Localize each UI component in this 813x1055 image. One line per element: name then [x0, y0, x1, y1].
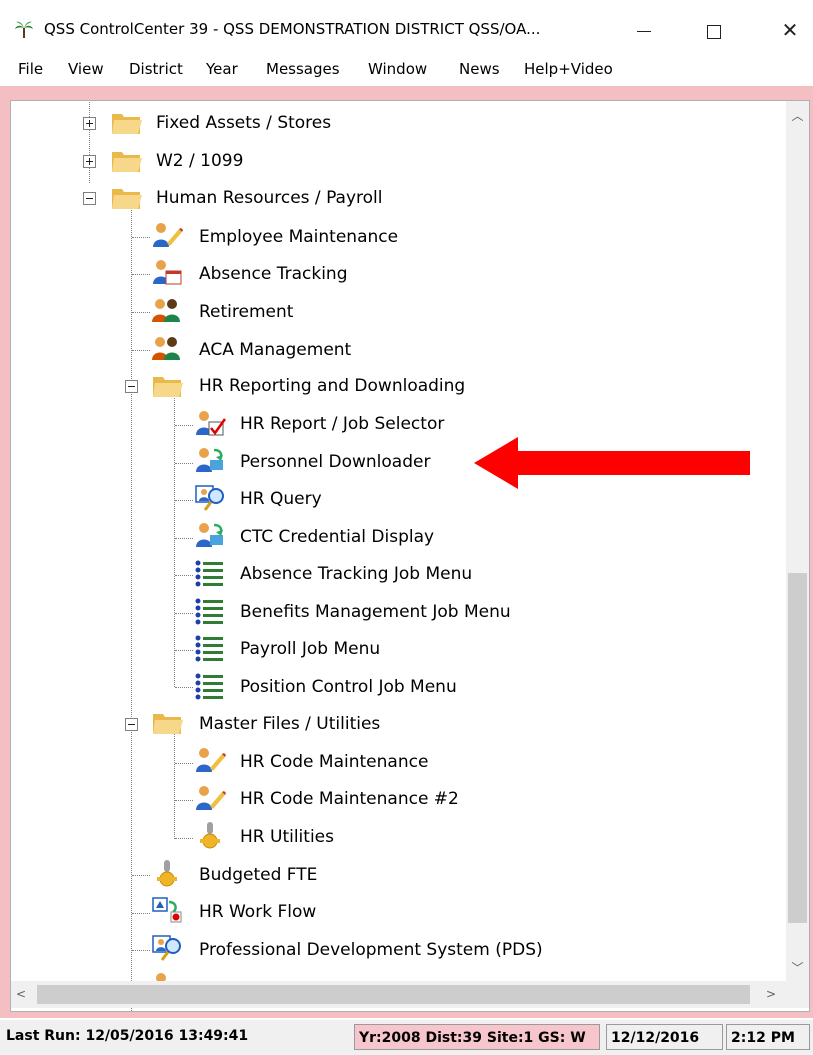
tree-connector — [175, 463, 193, 464]
folder-icon — [112, 152, 142, 172]
tree-connector — [175, 575, 193, 576]
job-list-icon — [195, 635, 223, 662]
horizontal-scroll-thumb[interactable] — [37, 985, 750, 1004]
tree-connector — [132, 875, 150, 876]
collapse-toggle[interactable] — [125, 718, 138, 731]
tree-connector — [174, 395, 175, 687]
people-group-icon — [152, 299, 180, 322]
minimize-button[interactable] — [621, 10, 667, 50]
menu-district[interactable]: District — [129, 60, 183, 78]
menu-messages[interactable]: Messages — [266, 60, 340, 78]
query-magnifier-icon — [195, 485, 224, 511]
open-folder-icon — [112, 189, 142, 209]
person-credential-icon — [196, 523, 223, 547]
vertical-scroll-thumb[interactable] — [788, 573, 807, 923]
person-edit-icon — [153, 223, 183, 247]
menu-file[interactable]: File — [18, 60, 43, 78]
person-calendar-icon — [153, 260, 182, 285]
menu-year[interactable]: Year — [206, 60, 238, 78]
minimize-icon — [637, 31, 651, 32]
tree-connector — [175, 538, 193, 539]
tree-connector — [175, 687, 193, 688]
query-magnifier-icon — [152, 935, 181, 961]
last-run-status: Last Run: 12/05/2016 13:49:41 — [6, 1028, 249, 1044]
tree-connector — [175, 425, 193, 426]
annotation-arrow-icon — [474, 437, 750, 489]
job-list-icon — [195, 560, 223, 587]
horizontal-scrollbar[interactable]: < > — [11, 981, 786, 1008]
scroll-up-arrow-icon[interactable]: ︿ — [786, 107, 809, 124]
gear-utility-icon — [200, 822, 220, 849]
tree-connector — [175, 650, 193, 651]
vertical-scrollbar[interactable]: ︿ ﹀ — [786, 101, 809, 981]
expand-toggle[interactable] — [83, 155, 96, 168]
palm-tree-icon — [15, 21, 33, 38]
menu-bar: File View District Year Messages Window … — [0, 58, 813, 84]
tree-connector — [132, 312, 150, 313]
person-edit-icon — [196, 786, 226, 810]
tree-connector — [132, 950, 150, 951]
menu-news[interactable]: News — [459, 60, 500, 78]
tree-connector — [131, 205, 132, 1011]
maximize-button[interactable] — [691, 10, 737, 50]
collapse-toggle[interactable] — [83, 192, 96, 205]
tree-connector — [132, 237, 150, 238]
window-title: QSS ControlCenter 39 - QSS DEMONSTRATION… — [44, 20, 541, 38]
scroll-right-arrow-icon[interactable]: > — [763, 987, 779, 1001]
person-edit-icon — [196, 748, 226, 772]
time-status: 2:12 PM — [726, 1024, 810, 1050]
gear-utility-icon — [157, 860, 177, 887]
people-group-icon — [152, 337, 180, 360]
collapse-toggle[interactable] — [125, 380, 138, 393]
expand-toggle[interactable] — [83, 117, 96, 130]
folder-icon — [112, 114, 142, 134]
workflow-icon — [152, 897, 182, 923]
context-status: Yr:2008 Dist:39 Site:1 GS: W — [354, 1024, 600, 1050]
job-list-icon — [195, 598, 223, 625]
tree-connector — [89, 101, 90, 183]
open-folder-icon — [153, 377, 183, 397]
tree-connector — [175, 838, 193, 839]
menu-tree: Fixed Assets / Stores W2 / 1099 Human Re… — [10, 100, 810, 1012]
menu-help-video[interactable]: Help+Video — [524, 60, 613, 78]
maximize-icon — [707, 24, 721, 39]
scroll-left-arrow-icon[interactable]: < — [13, 987, 29, 1001]
tree-connector — [175, 500, 193, 501]
date-status: 12/12/2016 — [606, 1024, 723, 1050]
close-icon: ✕ — [781, 18, 799, 42]
tree-connector — [175, 800, 193, 801]
person-download-icon — [196, 448, 223, 472]
title-bar: QSS ControlCenter 39 - QSS DEMONSTRATION… — [0, 0, 813, 54]
tree-connector — [132, 274, 150, 275]
tree-connector — [175, 613, 193, 614]
job-list-icon — [195, 673, 223, 700]
tree-connector — [174, 733, 175, 839]
tree-connector — [132, 913, 150, 914]
scroll-corner — [786, 981, 809, 1008]
person-checkmark-icon — [196, 411, 226, 436]
tree-connector — [132, 350, 150, 351]
open-folder-icon — [153, 714, 183, 734]
menu-window[interactable]: Window — [368, 60, 427, 78]
close-button[interactable]: ✕ — [767, 10, 813, 50]
status-bar: Last Run: 12/05/2016 13:49:41 Yr:2008 Di… — [0, 1020, 813, 1055]
tree-connector — [175, 763, 193, 764]
menu-view[interactable]: View — [68, 60, 104, 78]
scroll-down-arrow-icon[interactable]: ﹀ — [786, 959, 809, 976]
